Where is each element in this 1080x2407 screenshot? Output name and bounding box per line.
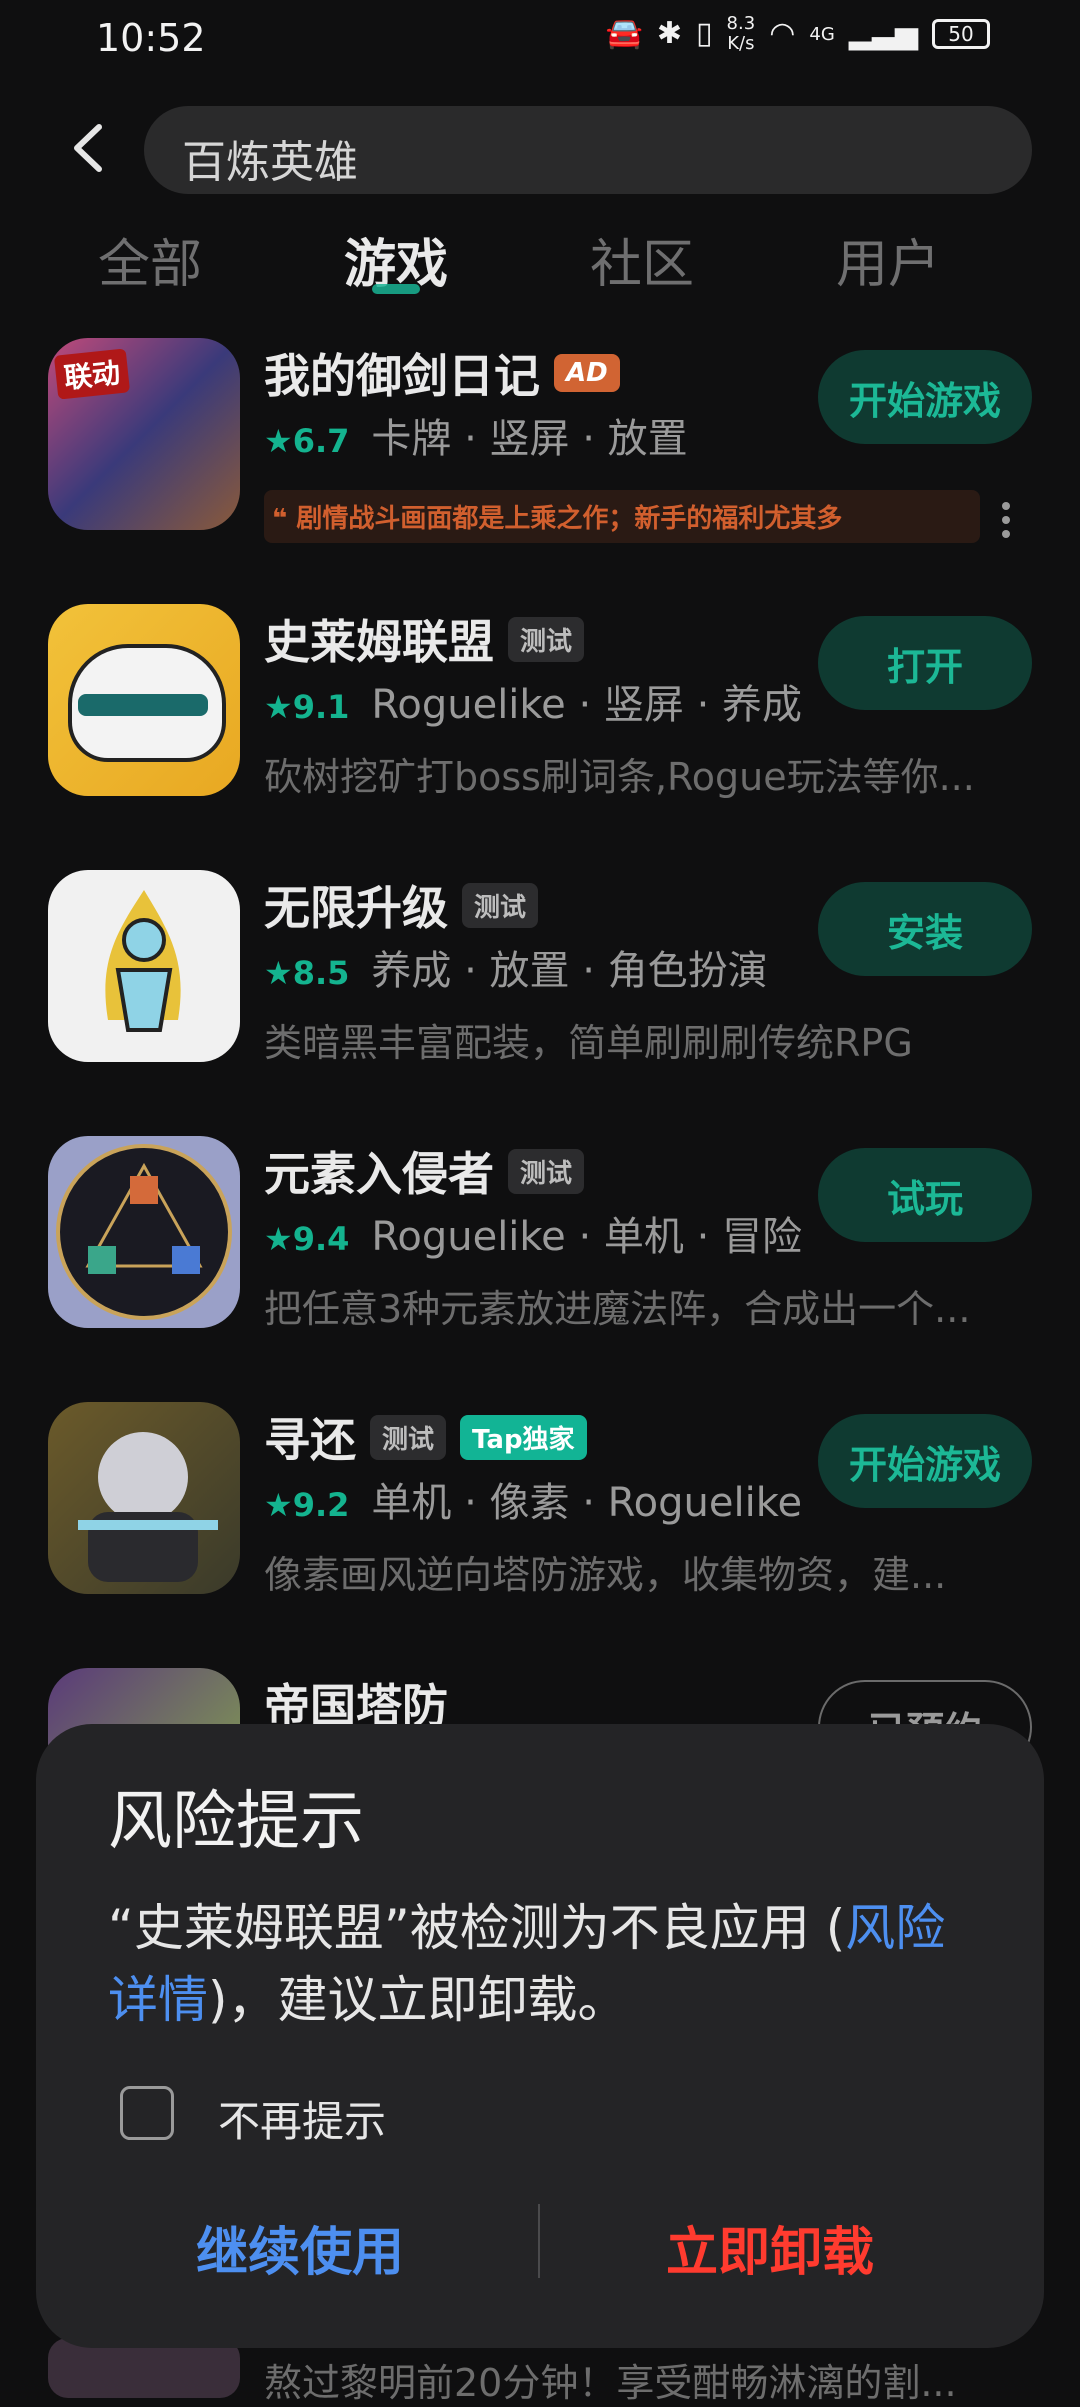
dont-remind-checkbox[interactable] bbox=[120, 2086, 174, 2140]
list-item[interactable]: 联动 我的御剑日记 AD ★6.7 卡牌 · 竖屏 · 放置 ❝ 剧情战斗画面都是… bbox=[0, 330, 1080, 596]
uninstall-now-button[interactable]: 立即卸载 bbox=[666, 2210, 874, 2285]
try-play-button[interactable]: 试玩 bbox=[818, 1148, 1032, 1242]
test-badge: 测试 bbox=[508, 1148, 585, 1194]
tags: 单机 · 像素 · Roguelike bbox=[371, 1480, 803, 1526]
list-item[interactable]: 史莱姆联盟 测试 ★9.1 Roguelike · 竖屏 · 养成 砍树挖矿打bo… bbox=[0, 596, 1080, 862]
test-badge: 测试 bbox=[370, 1414, 447, 1460]
rating: ★8.5 bbox=[264, 954, 350, 992]
list-item[interactable]: 元素入侵者 测试 ★9.4 Roguelike · 单机 · 冒险 把任意3种元素… bbox=[0, 1128, 1080, 1394]
app-meta: ★6.7 卡牌 · 竖屏 · 放置 bbox=[264, 406, 688, 464]
bluetooth-icon: ✱ bbox=[656, 16, 683, 51]
list-item[interactable]: 寻还 测试 Tap独家 ★9.2 单机 · 像素 · Roguelike 像素画风… bbox=[0, 1394, 1080, 1660]
app-desc: 把任意3种元素放进魔法阵，合成出一个... bbox=[264, 1287, 971, 1331]
search-header: 百炼英雄 bbox=[0, 100, 1080, 200]
app-desc: 像素画风逆向塔防游戏，收集物资，建... bbox=[264, 1553, 947, 1597]
tab-all[interactable]: 全部 bbox=[98, 222, 202, 297]
dont-remind-label[interactable]: 不再提示 bbox=[218, 2088, 386, 2149]
status-bar: 10:52 🚘 ✱ ▯ 8.3 K/s ◠ 4G ▂▃▅ 50 bbox=[0, 0, 1080, 80]
app-desc: 熬过黎明前20分钟！享受酣畅淋漓的割... bbox=[264, 2361, 957, 2405]
search-input[interactable]: 百炼英雄 bbox=[144, 106, 1032, 194]
test-badge: 测试 bbox=[462, 882, 539, 928]
battery-icon: 50 bbox=[932, 19, 990, 49]
app-icon bbox=[48, 1136, 240, 1328]
more-options-icon[interactable] bbox=[1000, 500, 1012, 540]
status-icons: 🚘 ✱ ▯ 8.3 K/s ◠ 4G ▂▃▅ 50 bbox=[606, 14, 990, 54]
signal-type: 4G bbox=[809, 23, 835, 45]
tab-users[interactable]: 用户 bbox=[836, 222, 940, 297]
button-divider bbox=[538, 2204, 540, 2278]
app-meta: ★9.2 单机 · 像素 · Roguelike bbox=[264, 1470, 802, 1528]
install-button[interactable]: 安装 bbox=[818, 882, 1032, 976]
app-icon bbox=[48, 1402, 240, 1594]
active-tab-indicator bbox=[372, 284, 420, 294]
status-time: 10:52 bbox=[96, 16, 206, 60]
icon-collab-label: 联动 bbox=[53, 348, 131, 400]
app-icon bbox=[48, 604, 240, 796]
tags: Roguelike · 竖屏 · 养成 bbox=[371, 682, 803, 728]
app-icon: 联动 bbox=[48, 338, 240, 530]
app-title: 无限升级 测试 bbox=[264, 872, 539, 938]
ad-badge: AD bbox=[554, 354, 620, 392]
app-desc: 类暗黑丰富配装，简单刷刷刷传统RPG bbox=[264, 1021, 913, 1065]
start-game-button[interactable]: 开始游戏 bbox=[818, 1414, 1032, 1508]
risk-dialog: 风险提示 “史莱姆联盟”被检测为不良应用 (风险详情)，建议立即卸载。 不再提示… bbox=[36, 1724, 1044, 2348]
car-mode-icon: 🚘 bbox=[605, 16, 643, 51]
app-title: 史莱姆联盟 测试 bbox=[264, 606, 585, 672]
tags: 养成 · 放置 · 角色扮演 bbox=[371, 948, 768, 994]
app-title: 寻还 测试 Tap独家 bbox=[264, 1404, 587, 1470]
app-title: 我的御剑日记 AD bbox=[264, 340, 620, 406]
continue-using-button[interactable]: 继续使用 bbox=[196, 2210, 404, 2285]
app-desc: 砍树挖矿打boss刷词条,Rogue玩法等你... bbox=[264, 755, 975, 799]
dialog-title: 风险提示 bbox=[108, 1785, 364, 1859]
dialog-message: “史莱姆联盟”被检测为不良应用 (风险详情)，建议立即卸载。 bbox=[108, 1899, 946, 2029]
rating: ★9.4 bbox=[264, 1220, 350, 1258]
app-icon bbox=[48, 870, 240, 1062]
tab-community[interactable]: 社区 bbox=[590, 222, 694, 297]
tags: 卡牌 · 竖屏 · 放置 bbox=[371, 416, 688, 462]
list-item[interactable]: 无限升级 测试 ★8.5 养成 · 放置 · 角色扮演 类暗黑丰富配装，简单刷刷刷… bbox=[0, 862, 1080, 1128]
open-button[interactable]: 打开 bbox=[818, 616, 1032, 710]
rating: ★6.7 bbox=[264, 422, 350, 460]
vibrate-icon: ▯ bbox=[696, 16, 713, 51]
tags: Roguelike · 单机 · 冒险 bbox=[371, 1214, 803, 1260]
app-meta: ★9.4 Roguelike · 单机 · 冒险 bbox=[264, 1204, 802, 1262]
category-tabs: 全部 游戏 社区 用户 bbox=[0, 222, 1080, 302]
back-icon[interactable] bbox=[58, 118, 118, 178]
signal-icon: ▂▃▅ bbox=[848, 16, 918, 51]
rating: ★9.2 bbox=[264, 1486, 350, 1524]
list-item[interactable]: 熬过黎明前20分钟！享受酣畅淋漓的割... bbox=[0, 2338, 1080, 2405]
review-quote: ❝ 剧情战斗画面都是上乘之作；新手的福利尤其多 bbox=[264, 490, 980, 543]
app-meta: ★8.5 养成 · 放置 · 角色扮演 bbox=[264, 938, 768, 996]
net-speed: 8.3 K/s bbox=[726, 13, 756, 54]
tap-exclusive-badge: Tap独家 bbox=[460, 1414, 587, 1460]
wifi-icon: ◠ bbox=[769, 16, 796, 51]
app-meta: ★9.1 Roguelike · 竖屏 · 养成 bbox=[264, 672, 802, 730]
test-badge: 测试 bbox=[508, 616, 585, 662]
search-query: 百炼英雄 bbox=[182, 137, 358, 188]
app-title: 元素入侵者 测试 bbox=[264, 1138, 585, 1204]
start-game-button[interactable]: 开始游戏 bbox=[818, 350, 1032, 444]
rating: ★9.1 bbox=[264, 688, 350, 726]
